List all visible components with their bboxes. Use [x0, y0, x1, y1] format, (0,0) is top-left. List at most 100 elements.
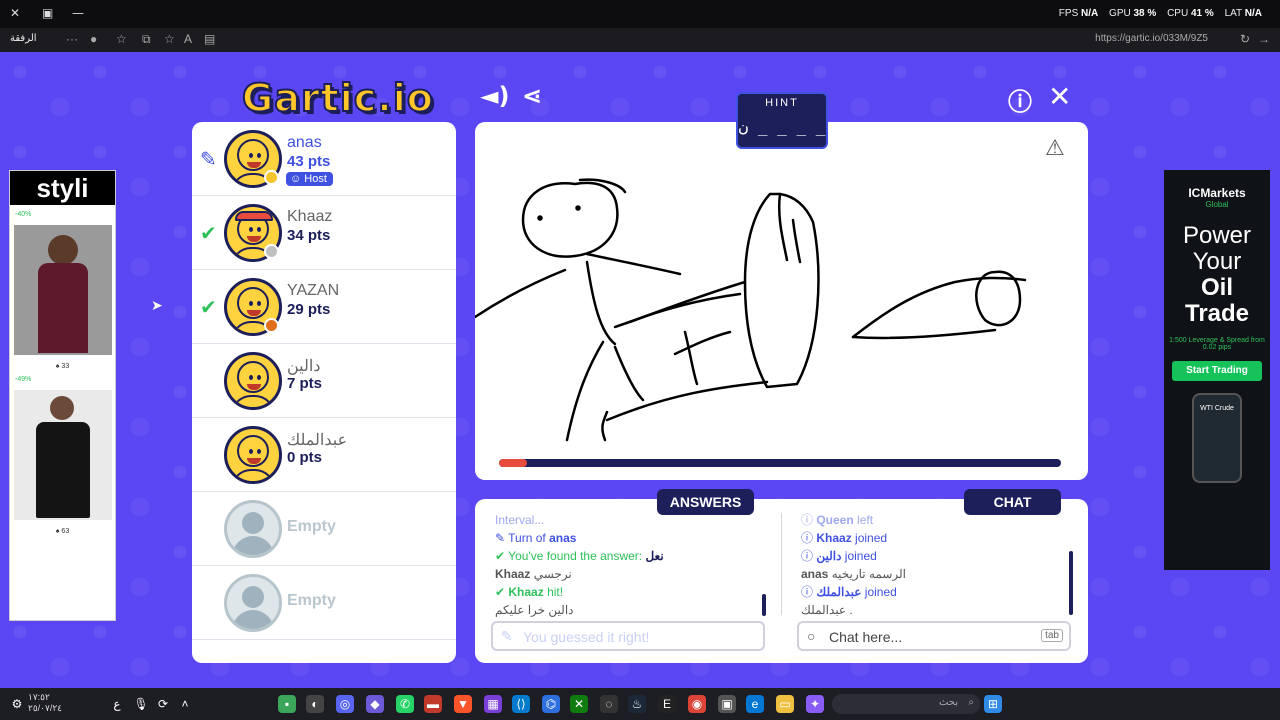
avatar-icon[interactable]: ● — [90, 32, 97, 46]
product-image[interactable] — [14, 390, 112, 520]
player-row[interactable]: ✎ anas 43 pts ☺ Host — [192, 122, 456, 196]
drawing-canvas[interactable] — [475, 122, 1088, 480]
right-advertisement[interactable]: ICMarkets Global Power Your Oil Trade 1:… — [1164, 170, 1270, 570]
clock-date: ٢٥/٠٧/٢٤ — [28, 703, 63, 713]
share-icon[interactable]: ⋖ — [522, 82, 542, 110]
settings-icon[interactable]: ⚙ — [8, 695, 26, 713]
player-points: 34 pts — [287, 227, 331, 244]
app-icon[interactable]: ⌬ — [542, 695, 560, 713]
close-icon[interactable]: ✕ — [10, 6, 20, 20]
player-name: anas — [287, 134, 322, 151]
lat-value: N/A — [1244, 8, 1262, 19]
players-panel: ✎ anas 43 pts ☺ Host ✔ Khaaz 34 pts ✔ YA… — [192, 122, 456, 663]
url-field[interactable]: https://gartic.io/033M/9Z5 — [1095, 33, 1208, 44]
clock-time: ١٧:٥٢ — [28, 692, 50, 702]
chevron-up-icon[interactable]: ˄ — [176, 695, 194, 713]
check-icon: ✔ — [200, 295, 217, 319]
player-row[interactable]: ✔ YAZAN 29 pts — [192, 270, 456, 344]
empty-avatar — [224, 500, 282, 558]
mouse-cursor: ➤ — [151, 298, 163, 314]
hint-label: HINT — [765, 97, 799, 109]
refresh-icon[interactable]: ↻ — [1240, 32, 1250, 46]
tab-key-hint: tab — [1041, 629, 1063, 642]
app-icon[interactable]: ▣ — [718, 695, 736, 713]
extensions-icon[interactable]: ⧉ — [142, 32, 151, 47]
player-name: Khaaz — [287, 208, 333, 225]
edge-icon[interactable]: e — [746, 695, 764, 713]
info-icon: ⓘ — [801, 585, 817, 599]
copilot-icon[interactable]: ✦ — [806, 695, 824, 713]
xbox-icon[interactable]: ✕ — [570, 695, 588, 713]
empty-slot: Empty — [192, 492, 456, 566]
list-item: ✔ You've found the answer: نعل — [495, 549, 664, 563]
app-icon[interactable]: ▦ — [484, 695, 502, 713]
app-icon[interactable]: ▬ — [424, 695, 442, 713]
close-game-icon[interactable]: ✕ — [1048, 80, 1071, 113]
back-icon[interactable]: → — [1258, 32, 1270, 46]
minimize-icon[interactable]: — — [72, 6, 84, 20]
status-dot — [264, 244, 279, 259]
product-image[interactable] — [14, 225, 112, 355]
ad-headline: Power Your Oil Trade — [1182, 222, 1252, 327]
chat-input[interactable]: ○ Chat here... tab — [797, 621, 1071, 651]
search-label: بحث — [938, 697, 958, 708]
discord-icon[interactable]: ◎ — [336, 695, 354, 713]
player-name: دالين — [287, 358, 321, 375]
ad-likes: ♠ 63 — [55, 528, 70, 535]
avatar — [224, 426, 282, 484]
app-icon[interactable]: ◐ — [306, 695, 324, 713]
microphone-icon[interactable]: 🎙 — [132, 695, 150, 713]
player-points: 29 pts — [287, 301, 331, 318]
player-row[interactable]: ✔ Khaaz 34 pts — [192, 196, 456, 270]
vscode-icon[interactable]: ⟨⟩ — [512, 695, 530, 713]
info-icon[interactable]: ⓘ — [1008, 82, 1032, 117]
answers-chat-panel: ANSWERS CHAT Interval... ✎ Turn of anas … — [475, 489, 1088, 663]
report-warning-icon[interactable]: ⚠ — [1045, 136, 1065, 161]
taskbar-search[interactable]: بحث ⌕ — [832, 694, 980, 714]
clock: ١٧:٥٢ ٢٥/٠٧/٢٤ — [28, 692, 62, 714]
check-icon: ✔ — [200, 221, 217, 245]
player-row[interactable]: دالين 7 pts — [192, 344, 456, 418]
hint-box: HINT ن _ _ _ _ — [736, 92, 828, 149]
left-advertisement[interactable]: styli -40% ♠ 33 -49% ♠ 63 — [9, 170, 116, 621]
star-icon[interactable]: ☆ — [164, 32, 175, 46]
empty-avatar — [224, 574, 282, 632]
read-aloud-icon[interactable]: A — [184, 32, 192, 46]
chrome-icon[interactable]: ◉ — [688, 695, 706, 713]
empty-label: Empty — [287, 518, 336, 535]
file-explorer-icon[interactable]: ▭ — [776, 695, 794, 713]
player-name: عبدالملك — [287, 432, 348, 449]
taskbar: ⚙ ١٧:٥٢ ٢٥/٠٧/٢٤ ع 🎙 ⟳ ˄ ▪ ◐ ◎ ◆ ✆ ▬ ▼ ▦… — [0, 688, 1280, 720]
phone-graphic: WTI Crude — [1192, 393, 1242, 483]
app-icon[interactable]: ▪ — [278, 695, 296, 713]
chat-bubble-icon: ○ — [807, 628, 816, 644]
bookmark-icon[interactable]: ☆ — [116, 32, 127, 46]
chat-scrollbar[interactable] — [1069, 551, 1073, 615]
sound-icon[interactable]: ◄) — [480, 82, 509, 110]
whatsapp-icon[interactable]: ✆ — [396, 695, 414, 713]
sync-icon[interactable]: ⟳ — [154, 695, 172, 713]
game-area: Gartic.io ◄) ⋖ ⓘ ✕ ✎ anas 43 pts ☺ Host … — [0, 52, 1280, 688]
player-row[interactable]: عبدالملك 0 pts — [192, 418, 456, 492]
more-icon[interactable]: ··· — [66, 32, 78, 46]
language-icon[interactable]: ع — [108, 695, 126, 713]
windows-start-icon[interactable]: ⊞ — [984, 695, 1002, 713]
list-item: عبدالملك . — [801, 603, 853, 617]
host-badge: ☺ Host — [286, 172, 333, 186]
cpu-value: 41 % — [1190, 8, 1214, 19]
list-item: ✔ Khaaz hit! — [495, 585, 564, 599]
app-icon[interactable]: ◌ — [600, 695, 618, 713]
restore-icon[interactable]: ▣ — [42, 6, 53, 20]
info-icon: ⓘ — [801, 513, 817, 527]
split-screen-icon[interactable]: ▤ — [204, 32, 215, 46]
player-name: YAZAN — [287, 282, 340, 299]
brave-icon[interactable]: ▼ — [454, 695, 472, 713]
answer-input[interactable]: ✎ You guessed it right! — [491, 621, 765, 651]
app-icon[interactable]: ◆ — [366, 695, 384, 713]
start-trading-button[interactable]: Start Trading — [1172, 361, 1262, 381]
pencil-icon: ✎ — [495, 531, 509, 545]
epic-games-icon[interactable]: E — [658, 695, 676, 713]
answers-scrollbar[interactable] — [762, 594, 766, 616]
steam-icon[interactable]: ♨ — [628, 695, 646, 713]
profile-label[interactable]: الرفقة — [10, 33, 37, 44]
